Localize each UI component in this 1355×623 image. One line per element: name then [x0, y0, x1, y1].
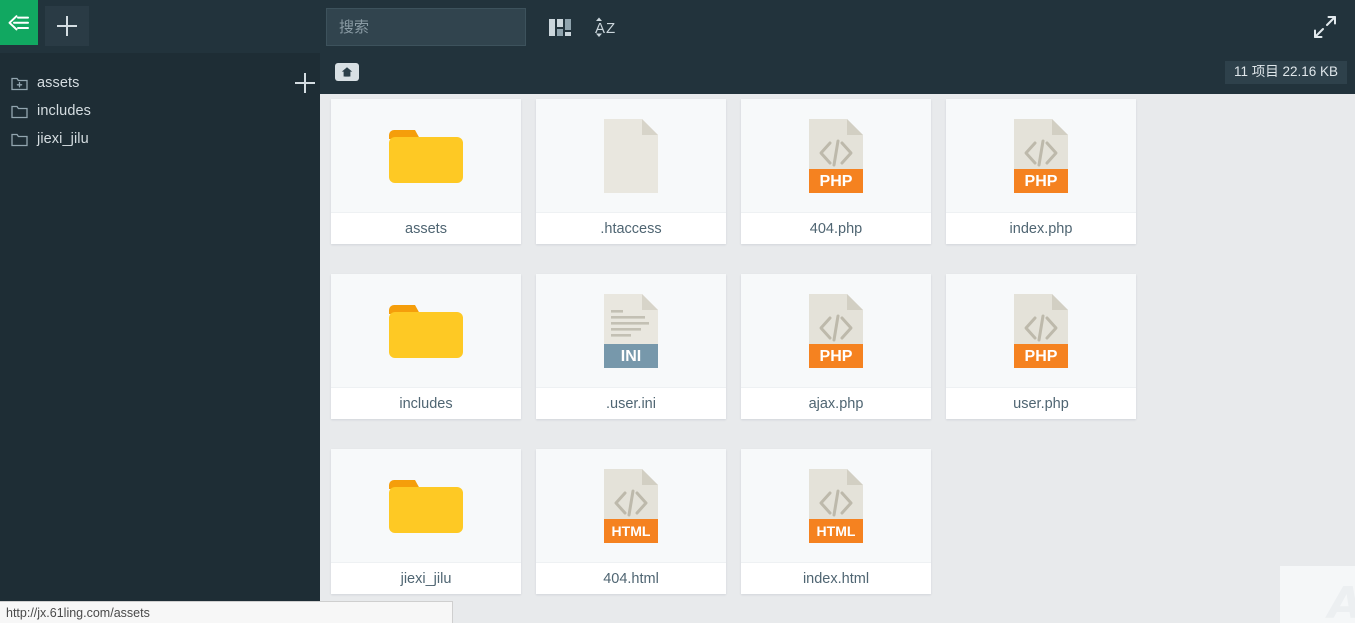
sidebar-item-label: jiexi_jilu — [37, 131, 89, 147]
file-name: 404.html — [536, 562, 726, 594]
file-name: includes — [331, 387, 521, 419]
text-file-icon: INI — [604, 293, 658, 368]
status-badge: 11 项目 22.16 KB — [1224, 61, 1347, 84]
file-thumbnail — [331, 274, 521, 387]
code-file-icon: HTML — [809, 468, 863, 543]
file-thumbnail: PHP — [946, 99, 1136, 212]
file-name: index.html — [741, 562, 931, 594]
sidebar: assets includes jiexi_jilu — [0, 53, 320, 623]
grid-view-icon — [549, 18, 571, 36]
expand-arrows-icon — [1314, 16, 1336, 38]
file-type-badge: PHP — [1025, 348, 1058, 365]
file-name: jiexi_jilu — [331, 562, 521, 594]
file-name: assets — [331, 212, 521, 244]
file-thumbnail: HTML — [741, 449, 931, 562]
folder-tree: assets includes jiexi_jilu — [0, 53, 320, 153]
top-toolbar: A Z — [0, 0, 1355, 53]
file-tile[interactable]: includes — [331, 274, 521, 419]
code-file-icon: HTML — [604, 468, 658, 543]
back-button[interactable] — [0, 0, 38, 45]
file-name: index.php — [946, 212, 1136, 244]
folder-plus-icon — [11, 76, 28, 91]
file-name: user.php — [946, 387, 1136, 419]
sidebar-item-label: assets — [37, 75, 80, 91]
search-input[interactable] — [326, 8, 526, 46]
code-file-icon: PHP — [1014, 118, 1068, 193]
sort-az-button[interactable]: A Z — [590, 10, 624, 44]
code-file-icon: PHP — [1014, 293, 1068, 368]
sort-alpha-icon: A Z — [595, 17, 615, 37]
folder-icon — [389, 304, 463, 358]
file-type-badge: PHP — [820, 348, 853, 365]
new-item-button[interactable] — [45, 6, 89, 46]
breadcrumb-home-button[interactable] — [334, 61, 360, 83]
file-name: .user.ini — [536, 387, 726, 419]
svg-text:Z: Z — [606, 20, 615, 37]
sidebar-item-jiexi-jilu[interactable]: jiexi_jilu — [0, 125, 320, 153]
sidebar-item-includes[interactable]: includes — [0, 97, 320, 125]
file-thumbnail: PHP — [946, 274, 1136, 387]
folder-icon — [389, 129, 463, 183]
code-file-icon: PHP — [809, 293, 863, 368]
file-name: .htaccess — [536, 212, 726, 244]
status-url: http://jx.61ling.com/assets — [6, 605, 150, 620]
sidebar-add-button[interactable] — [288, 66, 321, 99]
file-grid: assets .htaccess PHP 404.php PHP index.p… — [320, 94, 1355, 623]
code-file-icon: PHP — [809, 118, 863, 193]
file-tile[interactable]: INI .user.ini — [536, 274, 726, 419]
file-thumbnail — [331, 99, 521, 212]
file-type-badge: HTML — [817, 523, 856, 539]
file-type-badge: HTML — [612, 523, 651, 539]
plus-icon — [57, 16, 77, 36]
folder-icon — [11, 132, 28, 147]
file-thumbnail: PHP — [741, 99, 931, 212]
file-type-badge: INI — [621, 348, 641, 365]
view-mode-button[interactable] — [543, 10, 577, 44]
file-tile[interactable]: .htaccess — [536, 99, 726, 244]
folder-icon — [11, 104, 28, 119]
file-type-badge: PHP — [820, 173, 853, 190]
back-arrow-icon — [8, 14, 29, 30]
file-name: 404.php — [741, 212, 931, 244]
file-browser-content: 11 项目 22.16 KB assets .htaccess PHP 404.… — [320, 53, 1355, 623]
file-tile[interactable]: HTML 404.html — [536, 449, 726, 594]
file-tile[interactable]: jiexi_jilu — [331, 449, 521, 594]
folder-icon — [389, 479, 463, 533]
file-thumbnail — [331, 449, 521, 562]
sidebar-item-assets[interactable]: assets — [0, 69, 320, 97]
file-type-badge: PHP — [1025, 173, 1058, 190]
file-tile[interactable]: assets — [331, 99, 521, 244]
file-tile[interactable]: PHP user.php — [946, 274, 1136, 419]
fullscreen-button[interactable] — [1307, 9, 1343, 45]
sidebar-item-label: includes — [37, 103, 91, 119]
file-tile[interactable]: PHP 404.php — [741, 99, 931, 244]
home-folder-icon — [335, 63, 359, 81]
file-tile[interactable]: PHP index.php — [946, 99, 1136, 244]
file-tile[interactable]: HTML index.html — [741, 449, 931, 594]
file-tile[interactable]: PHP ajax.php — [741, 274, 931, 419]
file-thumbnail — [536, 99, 726, 212]
file-thumbnail: PHP — [741, 274, 931, 387]
file-thumbnail: HTML — [536, 449, 726, 562]
blank-file-icon — [604, 118, 658, 193]
plus-icon — [294, 72, 315, 93]
breadcrumb-bar: 11 项目 22.16 KB — [320, 53, 1355, 94]
browser-status-bar: http://jx.61ling.com/assets — [0, 601, 453, 623]
file-name: ajax.php — [741, 387, 931, 419]
file-thumbnail: INI — [536, 274, 726, 387]
